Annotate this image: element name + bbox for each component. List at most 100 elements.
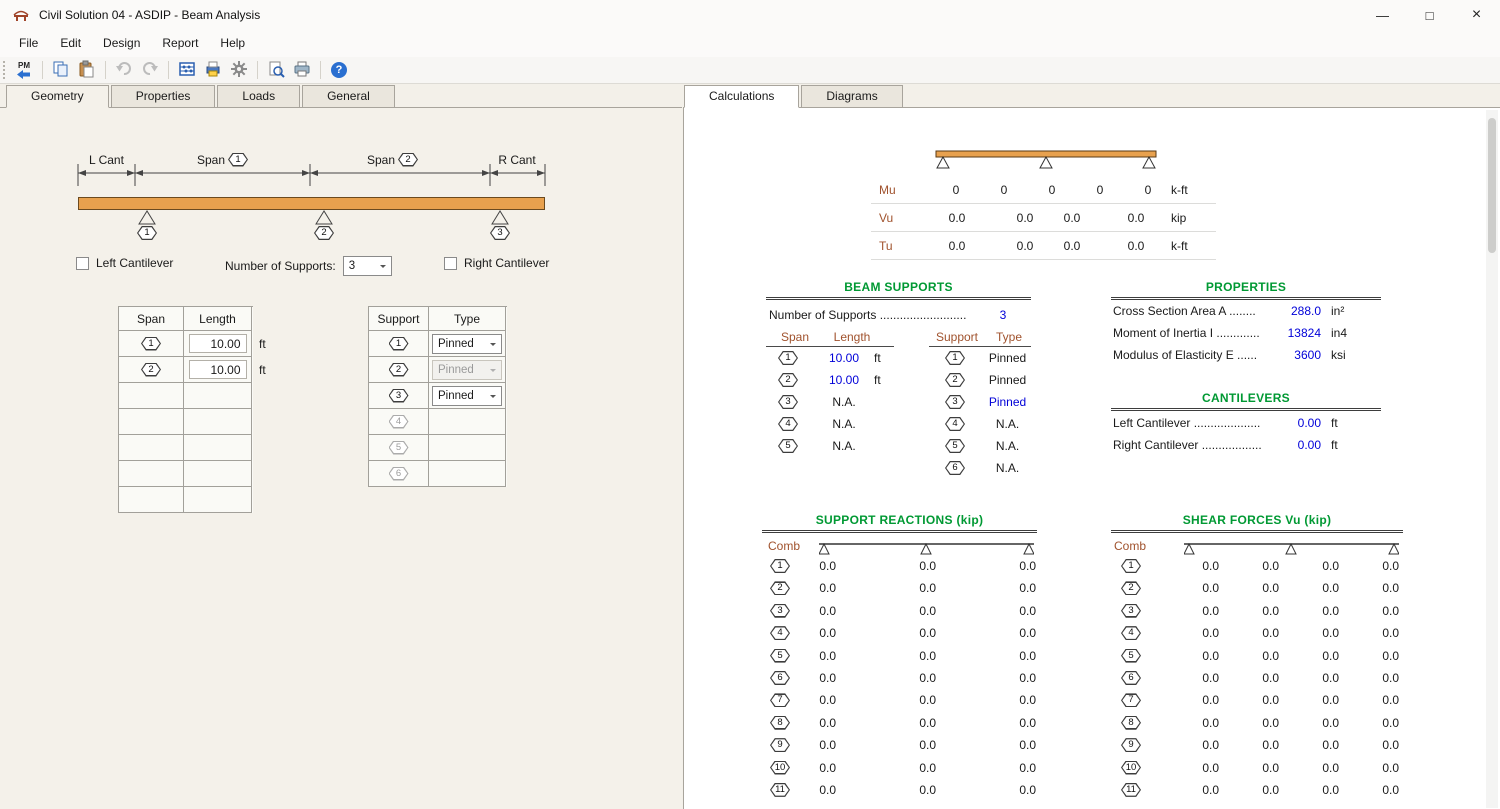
left-panel-tab[interactable]: General [302,85,395,108]
right-panel-tab[interactable]: Diagrams [801,85,903,108]
asdip-beam-analysis-window: Civil Solution 04 - ASDIP - Beam Analysi… [0,0,1500,809]
support-type-select[interactable]: Pinned [432,333,502,354]
maximize-button[interactable]: □ [1406,0,1453,30]
calc-span-row: 4 N.A. [766,414,894,436]
pm-button[interactable]: PM [12,58,36,82]
tu-unit: k-ft [1171,239,1188,253]
vu-row: Vu 0.0 0.0 0.0 0.0 kip [871,204,1216,232]
menu-item[interactable]: Report [151,30,209,57]
span-number-badge: 2 [778,373,798,387]
calculator-icon [178,60,196,81]
support-type-select[interactable]: Pinned [432,385,502,406]
menu-item[interactable]: File [8,30,49,57]
help-button[interactable]: ? [327,58,351,82]
shear-row: 5 0.0 0.0 0.0 0.0 [1111,646,1403,668]
vertical-scrollbar[interactable] [1486,110,1498,808]
undo-icon [115,60,133,81]
combination-number-badge: 4 [1121,626,1141,640]
shear-row: 8 0.0 0.0 0.0 0.0 [1111,713,1403,735]
cantilever-label: Right Cantilever .................. [1113,438,1262,452]
shear-row: 1 0.0 0.0 0.0 0.0 [1111,556,1403,578]
menu-item[interactable]: Design [92,30,151,57]
support-type-value: Pinned [988,395,1027,409]
combination-number-badge: 11 [1121,783,1141,797]
support-table-row: 1 Pinned [369,331,507,357]
number-of-supports-row: Number of Supports .....................… [769,308,1049,328]
geometry-panel: L Cant Span 1 Span 2 R Cant 1 2 3 Left C… [0,107,682,809]
shear-row: 7 0.0 0.0 0.0 0.0 [1111,690,1403,712]
span-length-input[interactable]: 10.00 [188,334,247,353]
shear-row: 10 0.0 0.0 0.0 0.0 [1111,758,1403,780]
span-length-table: Span Length 1 10.00 ft 2 10.00 ft [118,306,266,513]
support-table-header: Support Type [369,307,507,331]
combination-number-badge: 6 [1121,671,1141,685]
number-of-supports-select[interactable]: 3 [342,256,392,276]
support-number-badge: 4 [945,417,965,431]
support-table-row: 4 [369,409,507,435]
shear-forces-title: SHEAR FORCES Vu (kip) [1111,513,1403,533]
design-codes-button[interactable] [201,58,225,82]
print-preview-button[interactable] [264,58,288,82]
loads-beam-diagram [935,150,1157,169]
number-of-supports-control: Number of Supports: 3 [225,256,392,276]
cantilever-value: 0.00 [1297,416,1321,430]
combination-number-badge: 1 [1121,559,1141,573]
support-type-value: N.A. [995,417,1020,431]
settings-button[interactable] [227,58,251,82]
left-cantilever-checkbox[interactable] [76,256,89,270]
span-length-input [189,438,247,457]
span-length-unit: ft [259,363,266,377]
window-title: Civil Solution 04 - ASDIP - Beam Analysi… [39,8,261,22]
support-table-row: 2 Pinned [369,357,507,383]
cantilever-row: Left Cantilever .................... 0.0… [1111,413,1381,435]
shear-row: 6 0.0 0.0 0.0 0.0 [1111,668,1403,690]
app-icon [13,7,29,23]
paste-icon [78,60,96,81]
cantilever-label: Left Cantilever .................... [1113,416,1261,430]
span-length-input[interactable]: 10.00 [188,360,247,379]
support-type-value: N.A. [995,439,1020,453]
minimize-button[interactable]: — [1359,0,1406,30]
left-panel-tab[interactable]: Geometry [6,85,109,108]
reactions-beam-diagram [819,542,1034,555]
support-column-header: Support [369,307,429,331]
calculator-button[interactable] [175,58,199,82]
paste-button[interactable] [75,58,99,82]
menu-item[interactable]: Help [209,30,256,57]
combination-number-badge: 7 [1121,693,1141,707]
mu-row: Mu 0 0 0 0 0 k-ft [871,176,1216,204]
toolbar: PM ? [0,57,1500,84]
left-panel-tab[interactable]: Properties [110,85,216,108]
tu-row: Tu 0.0 0.0 0.0 0.0 k-ft [871,232,1216,260]
reaction-row: 4 0.0 0.0 0.0 [762,623,1038,645]
reaction-row: 3 0.0 0.0 0.0 [762,601,1038,623]
reaction-row: 11 0.0 0.0 0.0 [762,780,1038,802]
print-button[interactable] [290,58,314,82]
vu-unit: kip [1171,211,1187,225]
span-length-value: N.A. [832,395,856,409]
mu-label: Mu [879,183,896,197]
right-cantilever-checkbox[interactable] [444,256,457,270]
left-tab-strip: Geometry Properties Loads General [6,85,397,108]
left-panel-tab[interactable]: Loads [217,85,301,108]
property-row: Cross Section Area A ........ 288.0 in² [1111,301,1381,323]
calc-span-row: 1 10.00 ft [766,348,894,370]
menu-item[interactable]: Edit [49,30,92,57]
tu-label: Tu [879,239,893,253]
calc-support-row: 5 N.A. [929,436,1031,458]
span-table-row [119,409,253,435]
support-number-badge: 1 [137,226,157,240]
scrollbar-thumb[interactable] [1488,118,1496,253]
shear-row: 9 0.0 0.0 0.0 0.0 [1111,735,1403,757]
copy-button[interactable] [49,58,73,82]
support-number-badge: 1 [945,351,965,365]
pm-icon: PM [17,61,31,79]
span-length-input [189,412,247,431]
reaction-row: 9 0.0 0.0 0.0 [762,735,1038,757]
combination-number-badge: 5 [1121,649,1141,663]
combination-number-badge: 2 [1121,581,1141,595]
close-button[interactable]: × [1453,0,1500,30]
support-number-badge: 5 [945,439,965,453]
right-panel-tab[interactable]: Calculations [684,85,800,108]
reactions-comb-label: Comb [768,539,801,553]
